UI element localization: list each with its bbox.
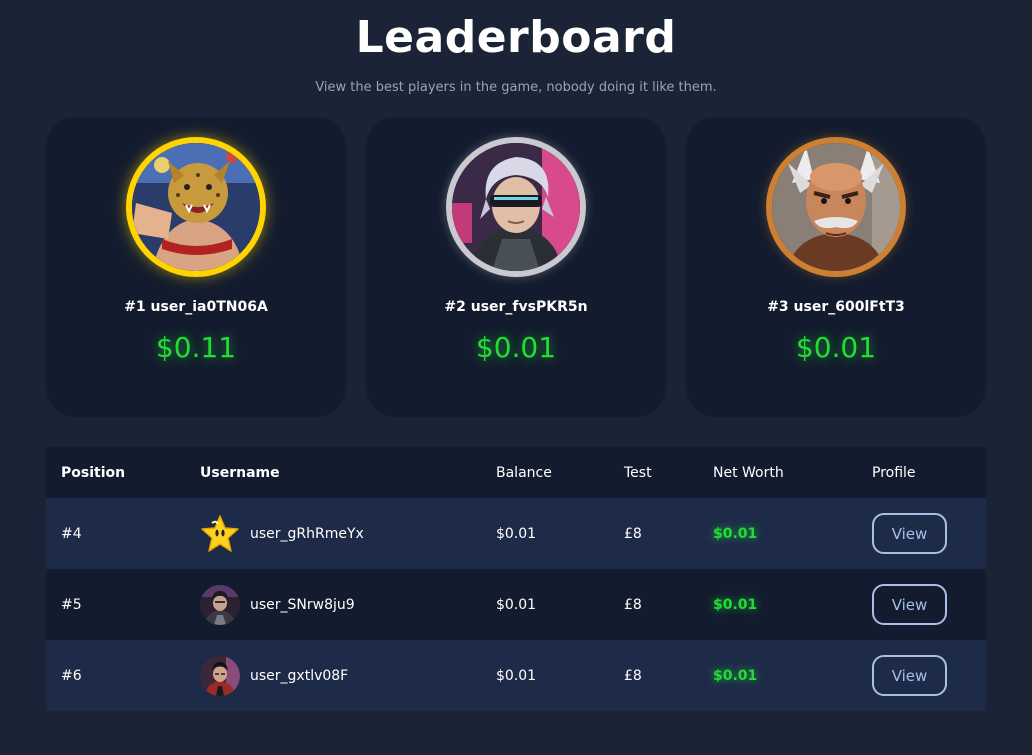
row-test: £8 <box>624 596 642 613</box>
star-icon <box>200 514 240 554</box>
row-username: user_gxtlv08F <box>250 667 349 684</box>
table-row: #6 user_gxtlv08F $0.01 £8 $0.01 View <box>46 640 986 711</box>
column-header-balance: Balance <box>496 464 552 481</box>
column-header-profile: Profile <box>872 464 916 481</box>
podium-amount: $0.01 <box>475 331 557 364</box>
column-header-net-worth: Net Worth <box>713 464 784 481</box>
jaguar-mask-fighter-avatar <box>126 137 266 277</box>
silver-haired-visor-fighter-avatar <box>446 137 586 277</box>
view-profile-button[interactable]: View <box>872 655 947 696</box>
row-position: #4 <box>61 525 82 542</box>
row-test: £8 <box>624 525 642 542</box>
podium-name: #1 user_ia0TN06A <box>124 299 268 315</box>
table-row: #4 user_gRhRmeYx $0.01 £8 $0.01 View <box>46 498 986 569</box>
row-balance: $0.01 <box>496 667 537 684</box>
row-profile: View <box>872 569 947 640</box>
row-position: #5 <box>61 596 82 613</box>
row-balance: $0.01 <box>496 525 537 542</box>
row-profile: View <box>872 640 947 711</box>
table-row: #5 user_SNrw8ju9 $0.01 £8 $0.01 View <box>46 569 986 640</box>
page-subtitle: View the best players in the game, nobod… <box>315 80 717 95</box>
row-test: £8 <box>624 667 642 684</box>
podium-card-third: #3 user_600lFtT3 $0.01 <box>686 117 986 417</box>
row-balance: $0.01 <box>496 596 537 613</box>
bald-old-fighter-avatar <box>766 137 906 277</box>
podium: #1 user_ia0TN06A $0.11 #2 user_fvsPKR5n … <box>46 117 986 417</box>
row-username: user_gRhRmeYx <box>250 525 364 542</box>
leaderboard-table: Position Username Balance Test Net Worth… <box>46 447 986 711</box>
leaderboard-page: Leaderboard View the best players in the… <box>0 0 1032 755</box>
row-username: user_SNrw8ju9 <box>250 596 355 613</box>
column-header-test: Test <box>624 464 652 481</box>
row-user: user_SNrw8ju9 <box>200 569 355 640</box>
row-user: user_gRhRmeYx <box>200 498 364 569</box>
row-net-worth: $0.01 <box>713 596 758 613</box>
row-net-worth: $0.01 <box>713 525 758 542</box>
podium-name: #3 user_600lFtT3 <box>767 299 905 315</box>
row-position: #6 <box>61 667 82 684</box>
podium-card-second: #2 user_fvsPKR5n $0.01 <box>366 117 666 417</box>
view-profile-button[interactable]: View <box>872 513 947 554</box>
red-jacket-fighter-avatar <box>200 655 240 696</box>
podium-name: #2 user_fvsPKR5n <box>444 299 588 315</box>
row-user: user_gxtlv08F <box>200 640 348 711</box>
podium-card-first: #1 user_ia0TN06A $0.11 <box>46 117 346 417</box>
view-profile-button[interactable]: View <box>872 584 947 625</box>
row-net-worth: $0.01 <box>713 667 758 684</box>
column-header-position: Position <box>61 464 126 481</box>
column-header-username: Username <box>200 464 280 481</box>
podium-amount: $0.11 <box>155 331 237 364</box>
page-title: Leaderboard <box>355 12 677 63</box>
dark-fighter-avatar <box>200 584 240 625</box>
podium-amount: $0.01 <box>795 331 877 364</box>
row-profile: View <box>872 498 947 569</box>
table-header-row: Position Username Balance Test Net Worth… <box>46 447 986 498</box>
